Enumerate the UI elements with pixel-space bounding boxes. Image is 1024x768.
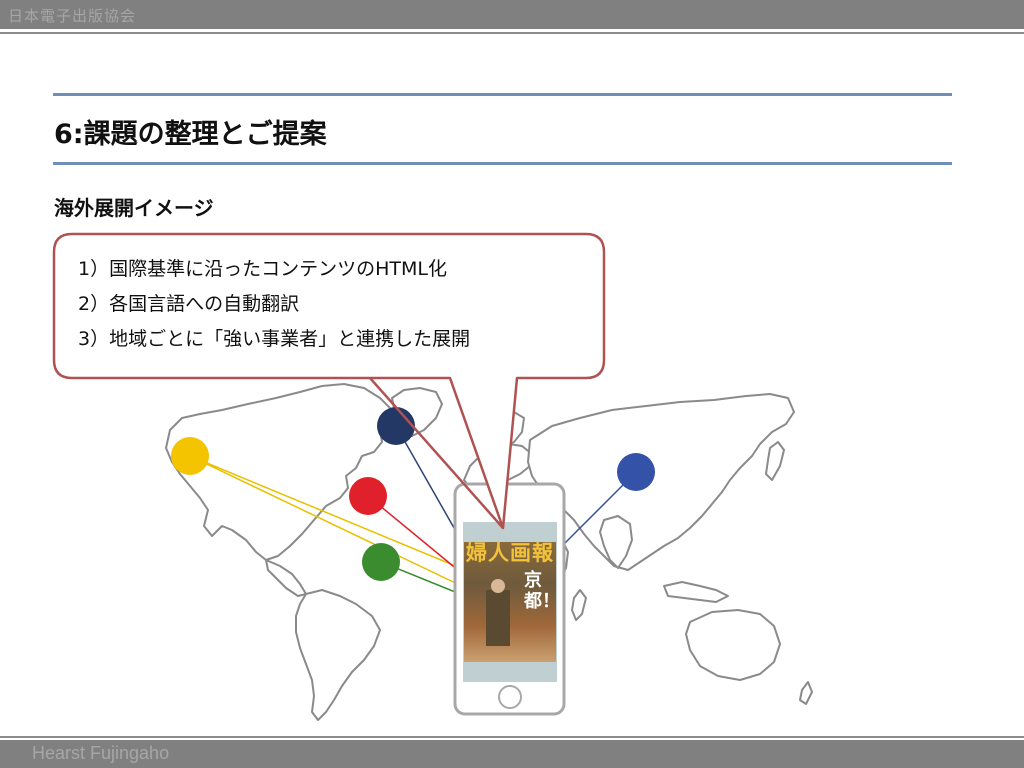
magazine-headline: 京都！ (524, 570, 560, 612)
world-map-illustration (52, 232, 813, 721)
continent-japan (765, 441, 785, 481)
continent-australia (685, 609, 781, 681)
marker-blue (617, 453, 655, 491)
marker-yellow (171, 437, 209, 475)
continent-madagascar (571, 589, 587, 621)
callout-item-2: 2）各国言語への自動翻訳 (78, 293, 300, 315)
footer-divider (0, 736, 1024, 738)
marker-red (349, 477, 387, 515)
marker-green (362, 543, 400, 581)
callout-item-1: 1）国際基準に沿ったコンテンツのHTML化 (78, 258, 447, 280)
footer-company: Hearst Fujingaho (32, 743, 170, 763)
callout-list: 1）国際基準に沿ったコンテンツのHTML化 2）各国言語への自動翻訳 3）地域ご… (78, 252, 470, 357)
magazine-title: 婦人画報 (466, 540, 554, 565)
footer-bar: Hearst Fujingaho (0, 740, 1024, 768)
phone-home-button (498, 685, 522, 709)
continent-new-zealand (799, 681, 813, 705)
marker-navy (377, 407, 415, 445)
magazine-figure-head (491, 579, 505, 593)
callout-item-3: 3）地域ごとに「強い事業者」と連携した展開 (78, 328, 471, 350)
continent-indonesia (663, 581, 729, 603)
continent-asia (527, 393, 795, 571)
magazine-figure (486, 590, 510, 646)
continent-south-america (295, 589, 381, 721)
continent-central-america (265, 559, 307, 597)
